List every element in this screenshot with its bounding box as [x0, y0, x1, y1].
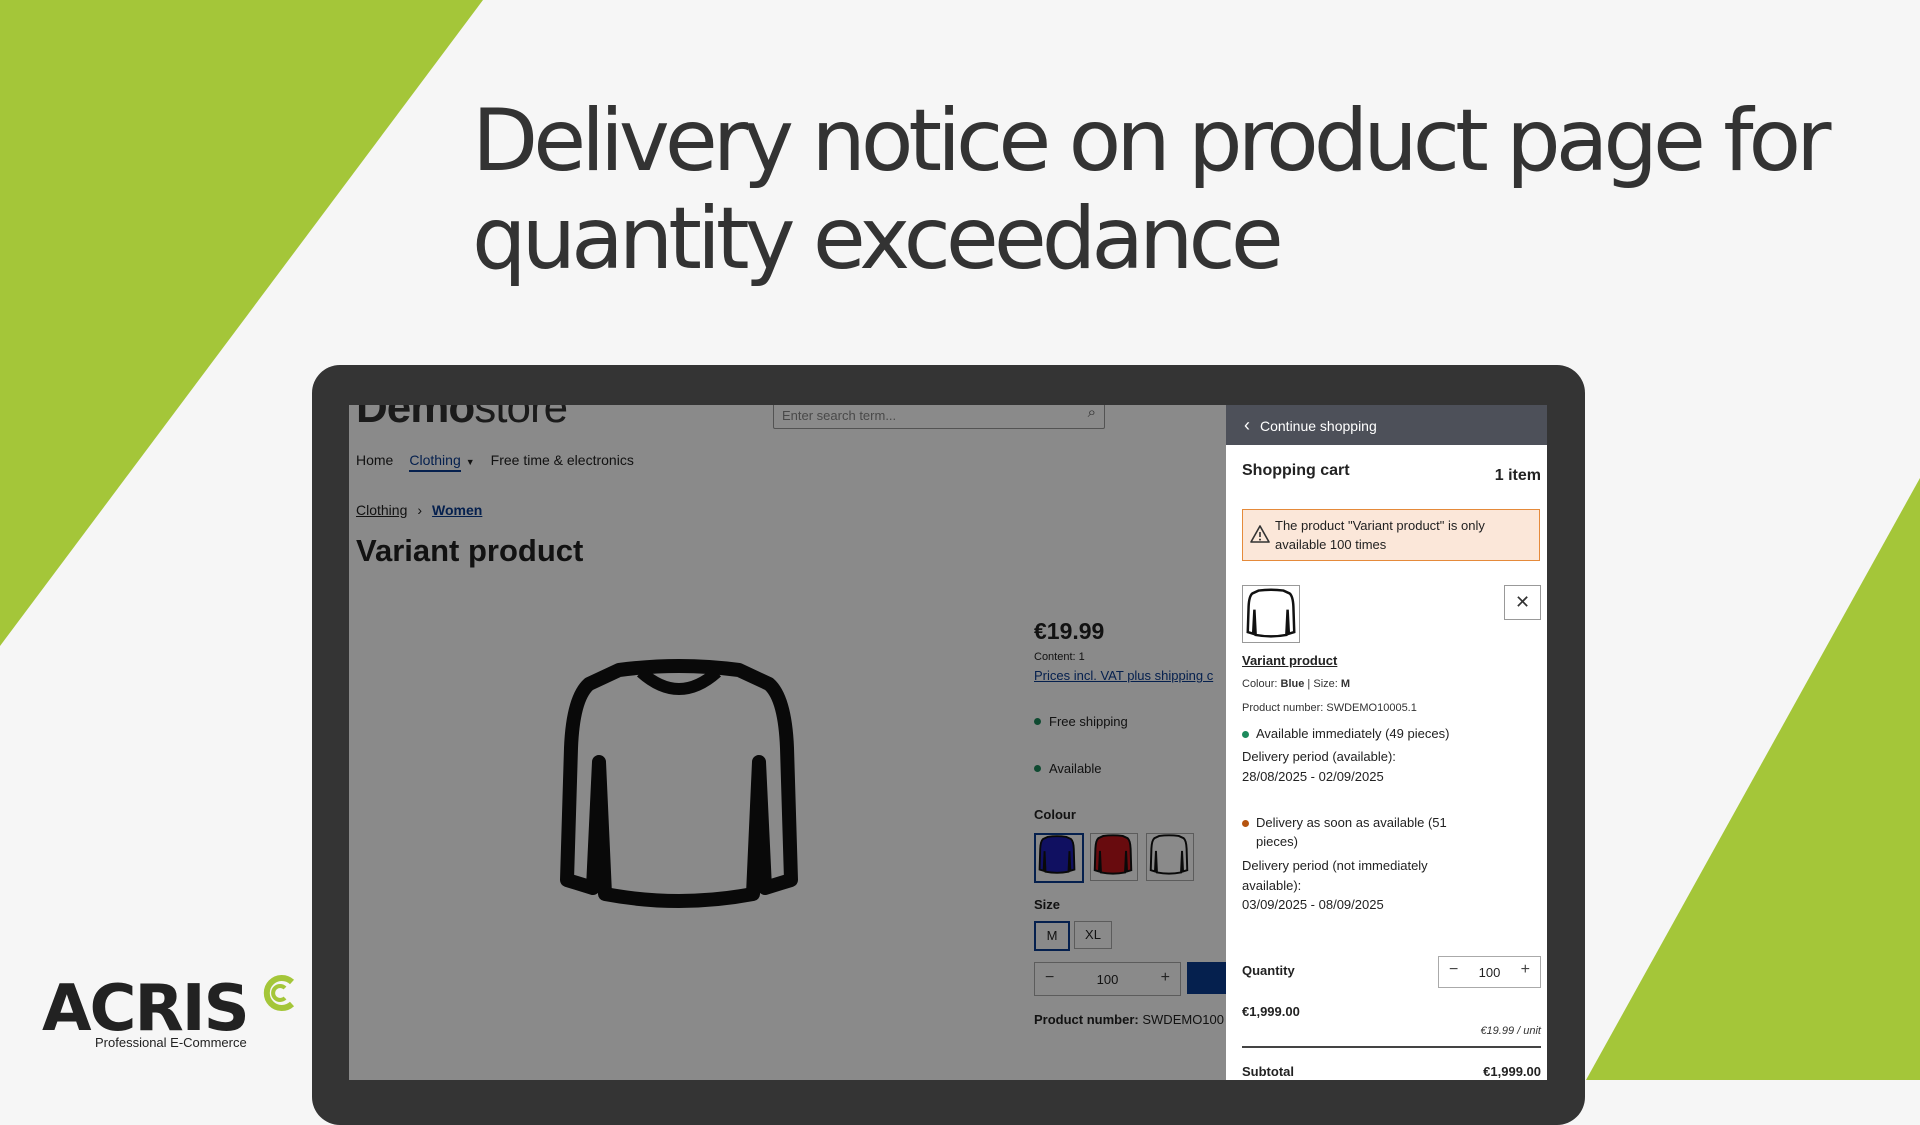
divider [1242, 1046, 1541, 1048]
delivery-period-available: Delivery period (available): 28/08/2025 -… [1242, 749, 1396, 784]
headline-line-1: Delivery notice on product page for [472, 91, 1832, 191]
screen: Demostore Enter search term... ⌕ Home Cl… [349, 405, 1547, 1080]
cart-item-count: 1 item [1494, 467, 1541, 484]
line-item-thumbnail[interactable] [1242, 585, 1300, 643]
headline-line-2: quantity exceedance [472, 189, 1284, 289]
product-page: Demostore Enter search term... ⌕ Home Cl… [349, 405, 1247, 1080]
continue-shopping-button[interactable]: ‹ Continue shopping [1226, 405, 1547, 445]
subtotal-label: Subtotal [1242, 1064, 1294, 1079]
stock-available: Available immediately (49 pieces) [1242, 724, 1482, 743]
delivery-period-later: Delivery period (not immediately availab… [1242, 858, 1428, 912]
continue-shopping-label: Continue shopping [1260, 418, 1377, 434]
alert-message: The product "Variant product" is only av… [1275, 518, 1485, 552]
subtotal-value: €1,999.00 [1483, 1064, 1541, 1079]
page-headline: Delivery notice on product page for quan… [472, 92, 1852, 288]
remove-item-button[interactable]: ✕ [1504, 585, 1541, 620]
line-item-product-number: Product number: SWDEMO10005.1 [1242, 702, 1417, 714]
modal-backdrop[interactable] [349, 405, 1226, 1080]
cart-title: Shopping cart [1242, 462, 1350, 479]
cart-quantity-stepper[interactable]: − 100 + [1438, 956, 1541, 988]
brand-tagline: Professional E-Commerce [95, 1035, 247, 1050]
line-item-options: Colour: Blue | Size: M [1242, 678, 1351, 690]
quantity-label: Quantity [1242, 963, 1295, 978]
back-chevron-icon[interactable]: ‹ [1244, 415, 1250, 436]
unit-price: €19.99 / unit [1480, 1025, 1541, 1037]
line-item-name[interactable]: Variant product [1242, 653, 1337, 668]
sweater-icon [1246, 588, 1296, 638]
quantity-alert: The product "Variant product" is only av… [1242, 509, 1540, 561]
warning-icon [1250, 525, 1270, 543]
offcanvas-cart: ‹ Continue shopping Shopping cart 1 item… [1226, 405, 1547, 1080]
plus-icon[interactable]: + [1521, 961, 1530, 979]
stock-later: Delivery as soon as available (51 pieces… [1242, 813, 1482, 851]
line-item-total: €1,999.00 [1242, 1004, 1300, 1019]
close-icon[interactable]: ✕ [1505, 592, 1540, 613]
